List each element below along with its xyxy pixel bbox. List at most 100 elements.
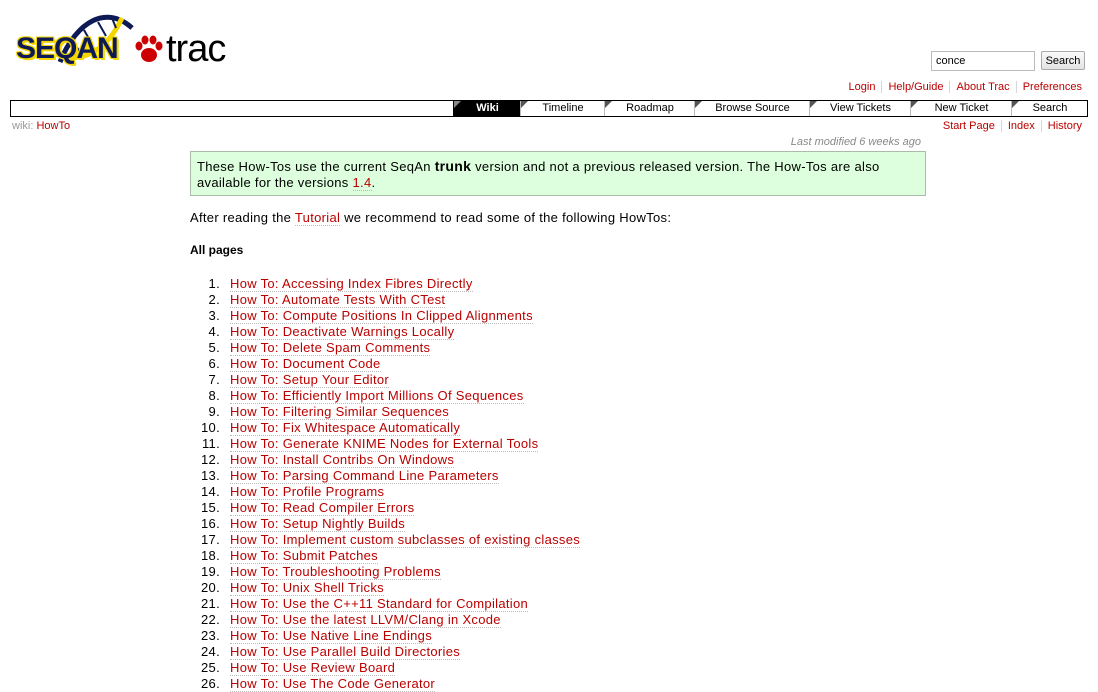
howto-link[interactable]: How To: Profile Programs — [230, 484, 385, 500]
seqan-logo-text: SEQAN — [16, 32, 119, 65]
howto-link[interactable]: How To: Compute Positions In Clipped Ali… — [230, 308, 533, 324]
list-item-number: 15. — [201, 500, 220, 515]
list-item: 4. How To: Deactivate Warnings Locally — [190, 324, 580, 340]
list-item-number: 8. — [208, 388, 220, 403]
list-item: 17. How To: Implement custom subclasses o… — [190, 532, 581, 548]
howto-link[interactable]: How To: Troubleshooting Problems — [230, 564, 441, 580]
tab-new-ticket[interactable]: New Ticket — [910, 101, 1012, 116]
list-item-number: 9. — [208, 404, 220, 419]
list-item-number: 23. — [201, 628, 220, 643]
version-notice: These How-Tos use the current SeqAn trun… — [190, 151, 926, 196]
list-item-number: 24. — [201, 644, 220, 659]
breadcrumb-prefix: wiki: — [12, 120, 34, 132]
seqan-trac-logo[interactable]: SEQAN trac — [16, 10, 231, 70]
howto-link[interactable]: How To: Setup Nightly Builds — [230, 516, 406, 532]
intro-text: After reading the Tutorial we recommend … — [190, 210, 672, 226]
howto-link[interactable]: How To: Filtering Similar Sequences — [230, 404, 450, 420]
list-item: 21. How To: Use the C++11 Standard for Co… — [190, 596, 580, 612]
trunk-label: trunk — [434, 158, 472, 174]
search-input[interactable] — [931, 51, 1035, 71]
list-item: 5. How To: Delete Spam Comments — [190, 340, 580, 356]
tab-view-tickets[interactable]: View Tickets — [809, 101, 911, 116]
tutorial-link[interactable]: Tutorial — [294, 210, 341, 226]
howto-link[interactable]: How To: Automate Tests With CTest — [230, 292, 446, 308]
list-item: 22. How To: Use the latest LLVM/Clang in … — [190, 612, 580, 628]
list-item-number: 16. — [201, 516, 220, 531]
list-item-number: 18. — [201, 548, 220, 563]
tab-corner-icon — [521, 101, 528, 108]
howto-link[interactable]: How To: Parsing Command Line Parameters — [230, 468, 499, 484]
tab-corner-icon — [605, 101, 612, 108]
tab-corner-icon — [1012, 101, 1019, 108]
list-item-number: 17. — [201, 532, 220, 547]
preferences-link[interactable]: Preferences — [1015, 81, 1082, 93]
login-link[interactable]: Login — [843, 81, 882, 93]
list-item: 15. How To: Read Compiler Errors — [190, 500, 580, 516]
list-item: 24. How To: Use Parallel Build Directorie… — [190, 644, 580, 660]
all-pages-heading: All pages — [190, 243, 244, 257]
list-item-number: 13. — [201, 468, 220, 483]
howto-link[interactable]: How To: Generate KNIME Nodes for Externa… — [230, 436, 539, 452]
meta-nav: Login Help/Guide About Trac Preferences — [843, 81, 1082, 93]
tab-wiki[interactable]: Wiki — [453, 101, 521, 116]
tab-corner-icon — [695, 101, 702, 108]
list-item: 11. How To: Generate KNIME Nodes for Exte… — [190, 436, 580, 452]
tab-timeline[interactable]: Timeline — [520, 101, 605, 116]
howto-link[interactable]: How To: Implement custom subclasses of e… — [230, 532, 581, 548]
list-item-number: 6. — [208, 356, 220, 371]
howto-link[interactable]: How To: Submit Patches — [230, 548, 378, 564]
howto-link[interactable]: How To: Unix Shell Tricks — [230, 580, 384, 596]
howto-link[interactable]: How To: Read Compiler Errors — [230, 500, 415, 516]
list-item-number: 12. — [201, 452, 220, 467]
howto-link[interactable]: How To: Use the latest LLVM/Clang in Xco… — [230, 612, 501, 628]
howto-link[interactable]: How To: Setup Your Editor — [230, 372, 390, 388]
howto-link[interactable]: How To: Use Review Board — [230, 660, 396, 676]
index-link[interactable]: Index — [1000, 120, 1041, 132]
tab-corner-icon — [911, 101, 918, 108]
tab-browse-source[interactable]: Browse Source — [694, 101, 810, 116]
list-item: 2. How To: Automate Tests With CTest — [190, 292, 580, 308]
howto-link[interactable]: How To: Use The Code Generator — [230, 676, 436, 692]
tab-roadmap[interactable]: Roadmap — [604, 101, 695, 116]
list-item: 8. How To: Efficiently Import Millions Of… — [190, 388, 580, 404]
start-page-link[interactable]: Start Page — [937, 120, 1001, 132]
history-link[interactable]: History — [1040, 120, 1082, 132]
list-item: 26. How To: Use The Code Generator — [190, 676, 580, 692]
list-item-number: 3. — [208, 308, 220, 323]
about-trac-link[interactable]: About Trac — [949, 81, 1016, 93]
howto-link[interactable]: How To: Accessing Index Fibres Directly — [230, 276, 473, 292]
howto-link[interactable]: How To: Use the C++11 Standard for Compi… — [230, 596, 529, 612]
breadcrumb-howto-link[interactable]: HowTo — [36, 120, 70, 132]
list-item: 7. How To: Setup Your Editor — [190, 372, 580, 388]
list-item-number: 5. — [208, 340, 220, 355]
search-button[interactable]: Search — [1041, 51, 1085, 70]
list-item: 3. How To: Compute Positions In Clipped A… — [190, 308, 580, 324]
tab-search[interactable]: Search — [1011, 101, 1088, 116]
help-guide-link[interactable]: Help/Guide — [881, 81, 950, 93]
howto-link[interactable]: How To: Delete Spam Comments — [230, 340, 431, 356]
version-1-4-link[interactable]: 1.4 — [352, 175, 372, 191]
tab-corner-icon — [454, 101, 461, 108]
list-item: 9. How To: Filtering Similar Sequences — [190, 404, 580, 420]
list-item-number: 21. — [201, 596, 220, 611]
howto-list: 1. How To: Accessing Index Fibres Directl… — [190, 276, 581, 692]
context-nav: Start Page Index History — [937, 120, 1082, 132]
howto-link[interactable]: How To: Use Native Line Endings — [230, 628, 432, 644]
howto-link[interactable]: How To: Efficiently Import Millions Of S… — [230, 388, 524, 404]
list-item: 19. How To: Troubleshooting Problems — [190, 564, 580, 580]
howto-link[interactable]: How To: Fix Whitespace Automatically — [230, 420, 461, 436]
list-item-number: 4. — [208, 324, 220, 339]
list-item: 25. How To: Use Review Board — [190, 660, 580, 676]
howto-link[interactable]: How To: Document Code — [230, 356, 381, 372]
last-modified: Last modified 6 weeks ago — [790, 136, 921, 148]
howto-link[interactable]: How To: Use Parallel Build Directories — [230, 644, 461, 660]
list-item: 6. How To: Document Code — [190, 356, 580, 372]
list-item-number: 20. — [201, 580, 220, 595]
list-item: 1. How To: Accessing Index Fibres Directl… — [190, 276, 580, 292]
list-item-number: 7. — [208, 372, 220, 387]
trac-logo-text: trac — [166, 28, 226, 70]
howto-link[interactable]: How To: Install Contribs On Windows — [230, 452, 455, 468]
list-item-number: 10. — [201, 420, 220, 435]
howto-link[interactable]: How To: Deactivate Warnings Locally — [230, 324, 455, 340]
list-item-number: 22. — [201, 612, 220, 627]
